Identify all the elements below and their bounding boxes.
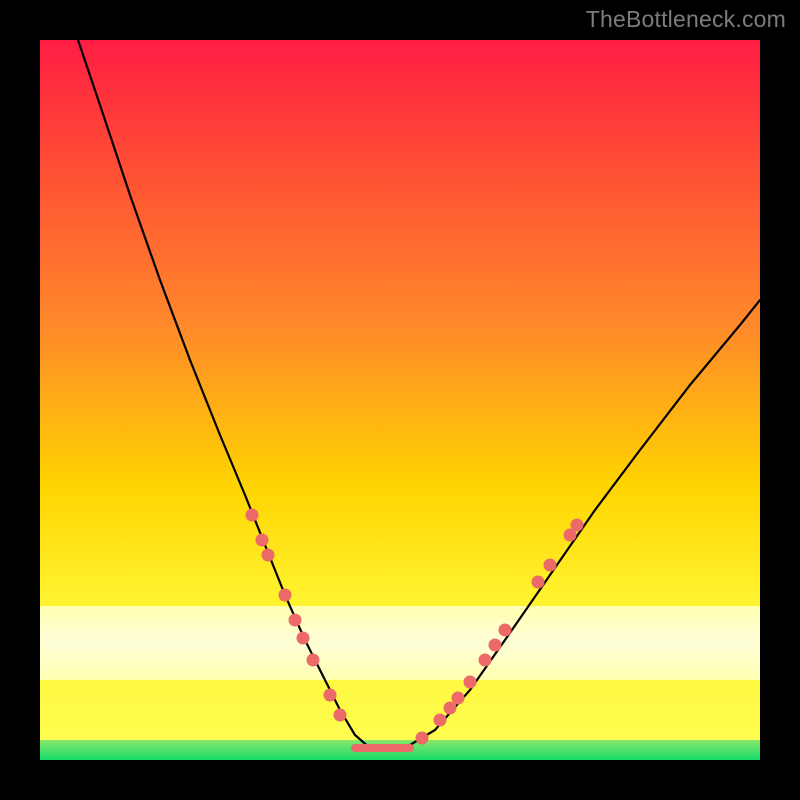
watermark-text: TheBottleneck.com — [586, 6, 786, 33]
data-marker — [479, 654, 492, 667]
data-marker — [324, 689, 337, 702]
data-marker — [256, 534, 269, 547]
bottleneck-curve — [78, 40, 760, 748]
data-marker — [246, 509, 259, 522]
data-marker — [452, 692, 465, 705]
data-marker — [571, 519, 584, 532]
data-marker — [416, 732, 429, 745]
data-marker — [297, 632, 310, 645]
marker-cluster-left — [246, 509, 347, 722]
data-marker — [489, 639, 502, 652]
data-marker — [544, 559, 557, 572]
data-marker — [307, 654, 320, 667]
data-marker — [289, 614, 302, 627]
curve-overlay — [40, 40, 760, 760]
data-marker — [334, 709, 347, 722]
chart-frame: TheBottleneck.com — [0, 0, 800, 800]
data-marker — [434, 714, 447, 727]
data-marker — [532, 576, 545, 589]
data-marker — [464, 676, 477, 689]
plot-area — [40, 40, 760, 760]
marker-cluster-right — [416, 519, 584, 745]
data-marker — [499, 624, 512, 637]
data-marker — [262, 549, 275, 562]
data-marker — [279, 589, 292, 602]
